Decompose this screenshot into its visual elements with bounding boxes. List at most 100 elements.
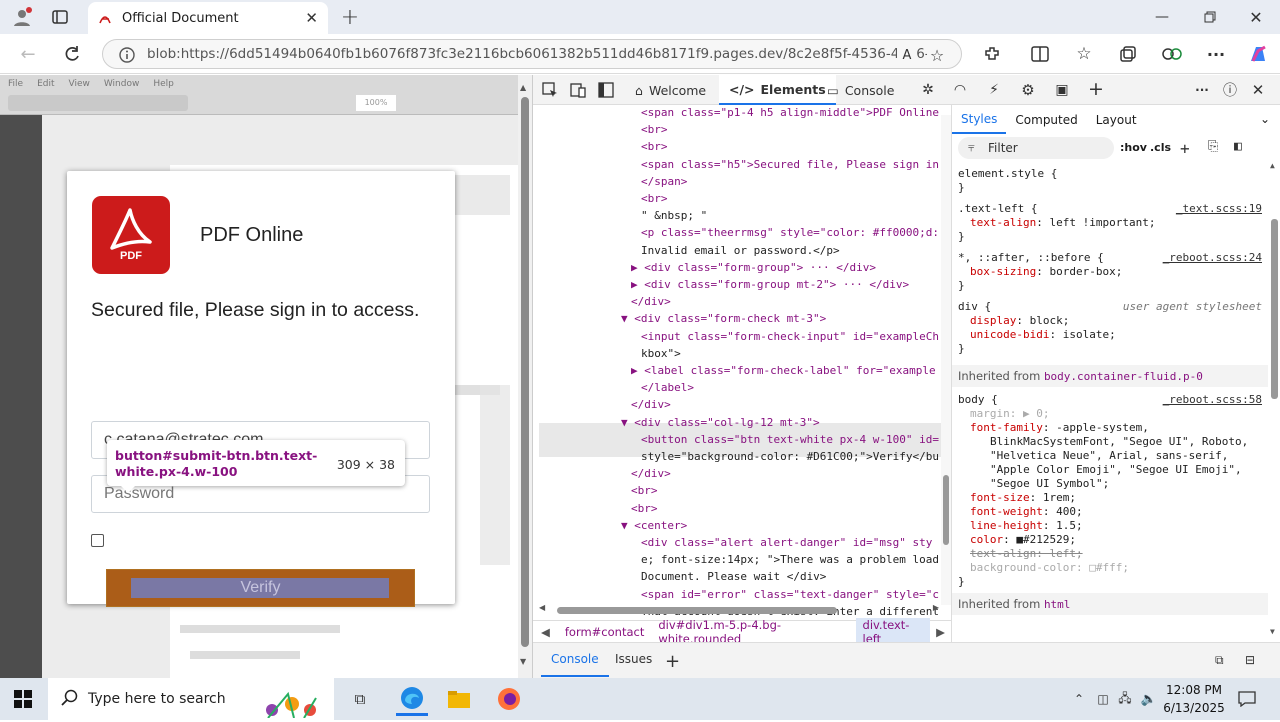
help-icon[interactable]: ⓘ [1221,81,1239,99]
breadcrumb-item-form[interactable]: form#contact [558,625,651,639]
volume-icon[interactable]: 🔈 [1140,688,1158,710]
dom-node-line[interactable]: <p class="theerrmsg" style="color: #ff00… [641,224,939,241]
styles-scrollbar[interactable]: ▲ ▼ [1268,161,1280,641]
style-declaration[interactable]: text-align: left !important; [970,216,1155,230]
toggle-sidebar-icon[interactable] [597,81,615,99]
more-tools-icon[interactable]: + [1087,78,1105,100]
style-declaration[interactable]: display: block; [970,314,1069,328]
device-emulation-icon[interactable] [569,81,587,99]
address-bar[interactable]: blob:https://6dd51494b0640fb1b6076f873fc… [102,39,962,69]
element-state-icon[interactable]: ⎘ [1208,139,1218,154]
extensions-icon[interactable] [980,42,1004,66]
style-declaration-continued[interactable]: "Segoe UI Symbol"; [990,477,1109,491]
windows-start-icon[interactable] [12,688,34,710]
new-rule-icon[interactable]: + [1180,139,1190,158]
dom-node-line[interactable]: <span id="error" class="text-danger" sty… [641,586,939,603]
breadcrumb-left-icon[interactable]: ◀ [533,625,558,639]
style-declaration[interactable]: text-align: left; [970,547,1083,561]
dom-node-line[interactable]: <span class="h5">Secured file, Please si… [641,156,939,173]
dom-node-line[interactable]: ▶ <div class="form-group"> ··· </div> [631,259,876,276]
dom-node-line[interactable]: <br> [641,190,668,207]
style-rule-selector[interactable]: *, ::after, ::before { [958,251,1104,265]
taskbar-search[interactable]: Type here to search [48,678,334,720]
new-tab-icon[interactable]: + [338,4,362,30]
network-icon[interactable]: ◠ [951,81,969,99]
dom-node-line[interactable]: ▼ <div class="col-lg-12 mt-3"> [621,414,820,431]
close-window-icon[interactable]: ✕ [1244,6,1268,28]
dom-node-line[interactable]: ▼ <center> [621,517,687,534]
tab-actions-icon[interactable] [48,6,72,28]
style-rule-source[interactable]: _reboot.scss:24 [1163,251,1262,264]
performance-tab-icon[interactable]: ⚡ [985,81,1003,99]
refresh-icon[interactable] [60,42,84,66]
tab-console[interactable]: ▭ Console [827,75,894,105]
style-rule-selector[interactable]: } [958,181,965,195]
style-declaration[interactable]: unicode-bidi: isolate; [970,328,1116,342]
style-rule-selector[interactable]: element.style { [958,167,1057,181]
read-aloud-icon[interactable]: A [897,45,917,65]
tab-layout[interactable]: Layout [1087,113,1146,127]
drawer-tab-issues[interactable]: Issues [611,643,656,677]
back-icon[interactable]: ← [16,42,40,66]
notifications-icon[interactable] [1236,688,1258,710]
elements-hscrollbar[interactable]: ◀ ▶ [539,603,939,617]
restore-icon[interactable] [1198,6,1222,28]
profile-icon[interactable] [10,6,34,28]
style-rule-source[interactable]: _text.scss:19 [1176,202,1262,215]
style-declaration-continued[interactable]: "Helvetica Neue", Arial, sans-serif, [990,449,1228,463]
application-icon[interactable]: ▣ [1053,81,1071,99]
style-declaration-continued[interactable]: BlinkMacSystemFont, "Segoe UI", Roboto, [990,435,1248,449]
tab-elements[interactable]: </> Elements [719,75,836,105]
gear-icon[interactable]: ⚙ [1019,81,1037,99]
settings-more-icon[interactable]: ··· [1204,42,1228,66]
edge-taskbar-icon[interactable] [396,682,428,716]
dom-node-line[interactable]: </div> [631,465,671,482]
dom-node-line[interactable]: <br> [631,500,658,517]
dom-node-line[interactable]: kbox"> [641,345,681,362]
style-rule-close[interactable]: } [958,575,965,589]
favorites-icon[interactable]: ☆ [1072,42,1096,66]
minimize-icon[interactable]: — [1150,6,1174,28]
network-tray-icon[interactable]: 🖧 [1116,688,1134,710]
file-explorer-icon[interactable] [446,686,472,712]
tray-app-icon[interactable]: ◫ [1094,688,1112,710]
dom-node-line[interactable]: <br> [641,121,668,138]
dom-node-line[interactable]: </div> [631,293,671,310]
dom-node-line[interactable]: <button class="btn text-white px-4 w-100… [641,431,939,448]
style-declaration[interactable]: color: ■#212529; [970,533,1076,547]
inspect-element-icon[interactable] [541,81,559,99]
dock-icon[interactable]: ⧉ [1215,653,1224,668]
dom-node-line[interactable]: Document. Please wait </div> [641,568,826,585]
collapse-drawer-icon[interactable]: ⊟ [1245,653,1255,667]
tab-computed[interactable]: Computed [1006,113,1086,127]
performance-icon[interactable] [1160,42,1184,66]
remember-checkbox[interactable] [91,534,104,547]
split-screen-icon[interactable] [1028,42,1052,66]
style-rule-selector[interactable]: body { [958,393,998,407]
style-declaration[interactable]: line-height: 1.5; [970,519,1083,533]
elements-vscrollbar[interactable] [941,115,951,605]
style-declaration[interactable]: font-size: 1rem; [970,491,1076,505]
inherited-html-link[interactable]: html [1044,598,1071,611]
dom-node-line[interactable]: style="background-color: #D61C00;">Verif… [641,448,939,465]
style-declaration[interactable]: font-weight: 400; [970,505,1083,519]
dom-node-line[interactable]: </label> [641,379,694,396]
copilot-icon[interactable] [1244,40,1272,68]
dom-node-line[interactable]: <span class="p1-4 h5 align-middle">PDF O… [641,105,939,121]
style-declaration[interactable]: box-sizing: border-box; [970,265,1122,279]
tab-welcome[interactable]: ⌂ Welcome [635,75,706,105]
computed-sidebar-icon[interactable]: ◧ [1234,139,1242,154]
dom-node-line[interactable]: Invalid email or password.</p> [641,242,840,259]
dom-node-line[interactable]: " &nbsp; " [641,207,707,224]
styles-filter-input[interactable]: ⫧ Filter [958,137,1114,159]
style-rule-source[interactable]: _reboot.scss:58 [1163,393,1262,406]
close-devtools-icon[interactable]: ✕ [1249,81,1267,99]
style-declaration[interactable]: font-family: -apple-system, [970,421,1149,435]
add-favorite-icon[interactable]: ☆ [927,45,947,65]
dom-node-line[interactable]: ▶ <div class="form-group mt-2"> ··· </di… [631,276,909,293]
collections-icon[interactable] [1116,42,1140,66]
dom-node-line[interactable]: </span> [641,173,687,190]
task-view-icon[interactable]: ⧉ [348,688,372,710]
breadcrumb-right-icon[interactable]: ▶ [930,625,951,639]
taskbar-clock[interactable]: 12:08 PM 6/13/2025 [1158,681,1230,717]
